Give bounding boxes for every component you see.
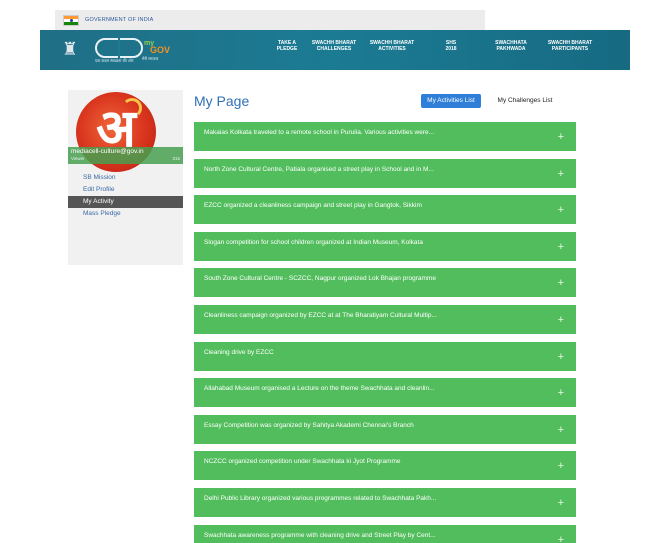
activity-title: Cleaning drive by EZCC	[204, 348, 274, 356]
activity-item[interactable]: Cleaning drive by EZCC +	[194, 341, 576, 371]
profile-role: Viewer	[71, 156, 85, 161]
activity-title: Essay Competition was organized by Sahit…	[204, 421, 414, 429]
activity-title: NCZCC organized competition under Swachh…	[204, 458, 401, 466]
sidebar-menu: SB Mission Edit Profile My Activity Mass…	[68, 172, 183, 220]
sidebar-item-edit-profile[interactable]: Edit Profile	[68, 184, 183, 196]
mygov-subtext: मेरी सरकार	[142, 56, 159, 61]
gandhi-glasses-icon	[95, 38, 143, 58]
national-emblem-icon[interactable]: ♜	[60, 34, 80, 64]
activity-item[interactable]: Swachhata awareness programme with clean…	[194, 524, 576, 543]
expand-plus-icon[interactable]: +	[558, 424, 564, 436]
nav-swachh-bharat-challenges[interactable]: SWACHH BHARAT CHALLENGES	[306, 40, 362, 52]
expand-plus-icon[interactable]: +	[558, 534, 564, 543]
profile-count: 315	[172, 156, 180, 161]
sidebar-item-mass-pledge[interactable]: Mass Pledge	[68, 208, 183, 220]
main-nav: TAKE A PLEDGE SWACHH BHARAT CHALLENGES S…	[270, 40, 598, 52]
my-challenges-list-button[interactable]: My Challenges List	[492, 94, 558, 108]
activity-list: Makaias Kolkata traveled to a remote sch…	[194, 122, 576, 543]
activity-title: Cleanliness campaign organized by EZCC a…	[204, 311, 437, 319]
activity-item[interactable]: Allahabad Museum organised a Lecture on …	[194, 378, 576, 408]
activity-item[interactable]: Delhi Public Library organized various p…	[194, 487, 576, 517]
expand-plus-icon[interactable]: +	[558, 241, 564, 253]
mygov-gov-text: GOV	[150, 45, 171, 55]
expand-plus-icon[interactable]: +	[558, 351, 564, 363]
expand-plus-icon[interactable]: +	[558, 314, 564, 326]
expand-plus-icon[interactable]: +	[558, 497, 564, 509]
nav-shs-2018[interactable]: SHS 2018	[434, 40, 468, 52]
profile-sidebar: अ mediacell-culture@gov.in Viewer 315 SB…	[68, 90, 183, 265]
sidebar-item-sb-mission[interactable]: SB Mission	[68, 172, 183, 184]
activity-title: Slogan competition for school children o…	[204, 238, 423, 246]
activity-title: Delhi Public Library organized various p…	[204, 494, 437, 502]
activity-title: Allahabad Museum organised a Lecture on …	[204, 385, 435, 393]
nav-take-a-pledge[interactable]: TAKE A PLEDGE	[270, 40, 304, 52]
expand-plus-icon[interactable]: +	[558, 387, 564, 399]
activity-item[interactable]: North Zone Cultural Centre, Patiala orga…	[194, 158, 576, 188]
activity-item[interactable]: Slogan competition for school children o…	[194, 231, 576, 261]
government-of-india-label: GOVERNMENT OF INDIA	[85, 17, 154, 23]
page-title: My Page	[194, 93, 250, 109]
activity-item[interactable]: South Zone Cultural Centre - SCZCC, Nagp…	[194, 268, 576, 298]
expand-plus-icon[interactable]: +	[558, 168, 564, 180]
mygov-logo[interactable]: my GOV मेरी सरकार	[140, 38, 170, 62]
activity-item[interactable]: NCZCC organized competition under Swachh…	[194, 451, 576, 481]
india-flag-icon	[63, 14, 79, 26]
expand-plus-icon[interactable]: +	[558, 460, 564, 472]
expand-plus-icon[interactable]: +	[558, 277, 564, 289]
site-header: ♜ एक कदम स्वच्छता की ओर my GOV मेरी सरका…	[40, 30, 630, 70]
activity-item[interactable]: Essay Competition was organized by Sahit…	[194, 414, 576, 444]
activity-title: EZCC organized a cleanliness campaign an…	[204, 202, 422, 210]
activity-title: Swachhata awareness programme with clean…	[204, 531, 436, 539]
activity-item[interactable]: EZCC organized a cleanliness campaign an…	[194, 195, 576, 225]
expand-plus-icon[interactable]: +	[558, 131, 564, 143]
profile-email: mediacell-culture@gov.in	[71, 148, 144, 155]
my-activities-list-button[interactable]: My Activities List	[421, 94, 481, 108]
sidebar-item-my-activity[interactable]: My Activity	[68, 196, 183, 208]
logo-tagline: एक कदम स्वच्छता की ओर	[95, 58, 134, 63]
strip-blank-area	[485, 10, 654, 30]
nav-swachhata-pakhwada[interactable]: SWACHHATA PAKHWADA	[486, 40, 536, 52]
activity-item[interactable]: Cleanliness campaign organized by EZCC a…	[194, 304, 576, 334]
expand-plus-icon[interactable]: +	[558, 204, 564, 216]
government-strip: GOVERNMENT OF INDIA	[55, 10, 654, 30]
profile-email-badge: mediacell-culture@gov.in Viewer 315	[68, 147, 183, 164]
activity-item[interactable]: Makaias Kolkata traveled to a remote sch…	[194, 122, 576, 151]
nav-swachh-bharat-activities[interactable]: SWACHH BHARAT ACTIVITIES	[364, 40, 420, 52]
avatar-swirl-icon	[122, 98, 142, 118]
activity-title: North Zone Cultural Centre, Patiala orga…	[204, 165, 434, 173]
activity-title: South Zone Cultural Centre - SCZCC, Nagp…	[204, 275, 436, 283]
nav-swachh-bharat-participants[interactable]: SWACHH BHARAT PARTICIPANTS	[542, 40, 598, 52]
activity-title: Makaias Kolkata traveled to a remote sch…	[204, 129, 435, 136]
